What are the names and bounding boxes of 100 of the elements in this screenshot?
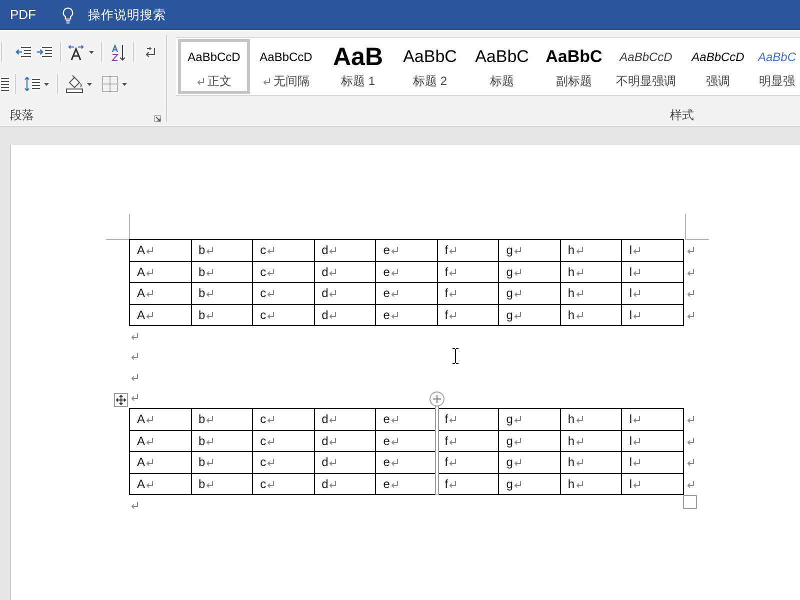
cell-text: g bbox=[506, 264, 513, 279]
cell-text: d bbox=[322, 308, 328, 322]
cell-text: l bbox=[629, 243, 632, 258]
cell-text: A bbox=[137, 264, 146, 279]
caret-icon bbox=[122, 82, 126, 86]
borders-button[interactable] bbox=[99, 73, 129, 95]
cell-text: e bbox=[383, 412, 390, 426]
cell-text: h bbox=[568, 243, 575, 258]
cell-text: A bbox=[137, 412, 146, 426]
cell-text: d bbox=[322, 476, 328, 491]
cell-text: b bbox=[198, 264, 206, 279]
cell-text: A bbox=[137, 434, 146, 448]
letter-arrows-icon bbox=[66, 44, 84, 60]
cell-text: d bbox=[322, 264, 328, 279]
cell-text: f bbox=[444, 308, 448, 322]
margin-corner-mark bbox=[685, 214, 709, 240]
cell-text: g bbox=[506, 434, 513, 448]
shading-button[interactable] bbox=[64, 73, 94, 95]
cell-text: g bbox=[506, 286, 513, 300]
group-label: 段落 bbox=[10, 107, 34, 123]
dialog-launcher-icon[interactable] bbox=[154, 114, 161, 122]
group-label: 样式 bbox=[670, 107, 694, 123]
cell-text: h bbox=[568, 264, 575, 279]
cell-text: f bbox=[444, 412, 448, 426]
caret-icon bbox=[88, 50, 94, 54]
cell-text: c bbox=[260, 412, 266, 426]
cell-text: b bbox=[198, 434, 206, 448]
increase-indent-icon bbox=[36, 46, 52, 58]
cell-text: l bbox=[629, 476, 632, 491]
cell-text: f bbox=[444, 243, 448, 258]
cell-text: b bbox=[198, 243, 206, 258]
cell-text: A bbox=[137, 308, 146, 322]
cell-text: f bbox=[444, 434, 448, 448]
cell-text: b bbox=[198, 308, 206, 322]
cell-text: h bbox=[568, 412, 575, 426]
cell-text: b bbox=[198, 286, 206, 300]
cell-text: b bbox=[198, 412, 206, 426]
paint-bucket-icon bbox=[66, 75, 83, 93]
cell-text: g bbox=[506, 243, 513, 258]
resize-handle-icon[interactable] bbox=[682, 495, 697, 509]
cell-text: f bbox=[444, 264, 448, 279]
cell-text: d bbox=[322, 243, 328, 258]
cell-text: e bbox=[383, 308, 390, 322]
cell-text: f bbox=[444, 476, 448, 491]
decrease-indent-icon bbox=[15, 46, 31, 58]
cell-text: g bbox=[506, 308, 513, 322]
move-handle-icon[interactable] bbox=[114, 393, 128, 407]
cell-text: l bbox=[629, 455, 632, 470]
ribbon-tab[interactable]: PDF bbox=[10, 7, 36, 23]
cell-text: l bbox=[629, 264, 632, 279]
tell-me-search[interactable]: 操作说明搜索 bbox=[62, 6, 166, 24]
cell-text: h bbox=[568, 434, 575, 448]
cell-text: h bbox=[568, 308, 575, 322]
text-cursor-icon bbox=[452, 348, 459, 364]
cell-text: g bbox=[506, 412, 513, 426]
cell-text: c bbox=[260, 264, 266, 279]
border-grid-icon bbox=[102, 76, 118, 92]
cell-text: d bbox=[322, 434, 328, 448]
cell-text: c bbox=[260, 243, 266, 258]
cell-text: h bbox=[568, 286, 575, 300]
return-arrow-icon bbox=[144, 46, 156, 58]
caret-icon bbox=[44, 82, 48, 86]
margin-corner-mark bbox=[106, 214, 130, 240]
cell-text: e bbox=[383, 476, 390, 491]
cell-text: g bbox=[506, 476, 513, 491]
cell-text: A bbox=[137, 476, 146, 491]
cell-text: e bbox=[383, 434, 390, 448]
cell-text: c bbox=[260, 308, 266, 322]
cell-text: d bbox=[322, 455, 328, 470]
style-option[interactable]: AaBbCcD 正文 bbox=[178, 39, 250, 94]
cell-text: e bbox=[383, 455, 390, 470]
cell-text: c bbox=[260, 286, 266, 300]
cell-text: c bbox=[260, 434, 266, 448]
cell-text: l bbox=[629, 434, 632, 448]
cell-text: c bbox=[260, 476, 266, 491]
insert-column-button[interactable] bbox=[428, 391, 445, 495]
cell-text: A bbox=[137, 455, 146, 470]
cell-text: l bbox=[629, 308, 632, 322]
cell-text: g bbox=[506, 455, 513, 470]
cell-text: f bbox=[444, 286, 448, 300]
cell-text: h bbox=[568, 455, 575, 470]
cell-text: f bbox=[444, 455, 448, 470]
cell-text: h bbox=[568, 476, 575, 491]
cell-text: b bbox=[198, 476, 206, 491]
cell-text: l bbox=[629, 286, 632, 300]
cell-text: d bbox=[322, 412, 328, 426]
cell-text: l bbox=[629, 412, 632, 426]
align-lines-icon bbox=[1, 76, 9, 92]
cell-text: d bbox=[322, 286, 328, 300]
caret-icon bbox=[87, 82, 92, 86]
cell-text: c bbox=[260, 455, 266, 470]
cell-text: e bbox=[383, 286, 390, 300]
cell-text: e bbox=[383, 264, 390, 279]
lightbulb-icon bbox=[62, 6, 74, 24]
cell-text: e bbox=[383, 243, 390, 258]
sort-icon bbox=[110, 44, 126, 60]
cell-text: A bbox=[137, 243, 146, 258]
cell-text: A bbox=[137, 286, 146, 300]
cell-text: b bbox=[198, 455, 206, 470]
line-spacing-icon bbox=[24, 76, 40, 92]
